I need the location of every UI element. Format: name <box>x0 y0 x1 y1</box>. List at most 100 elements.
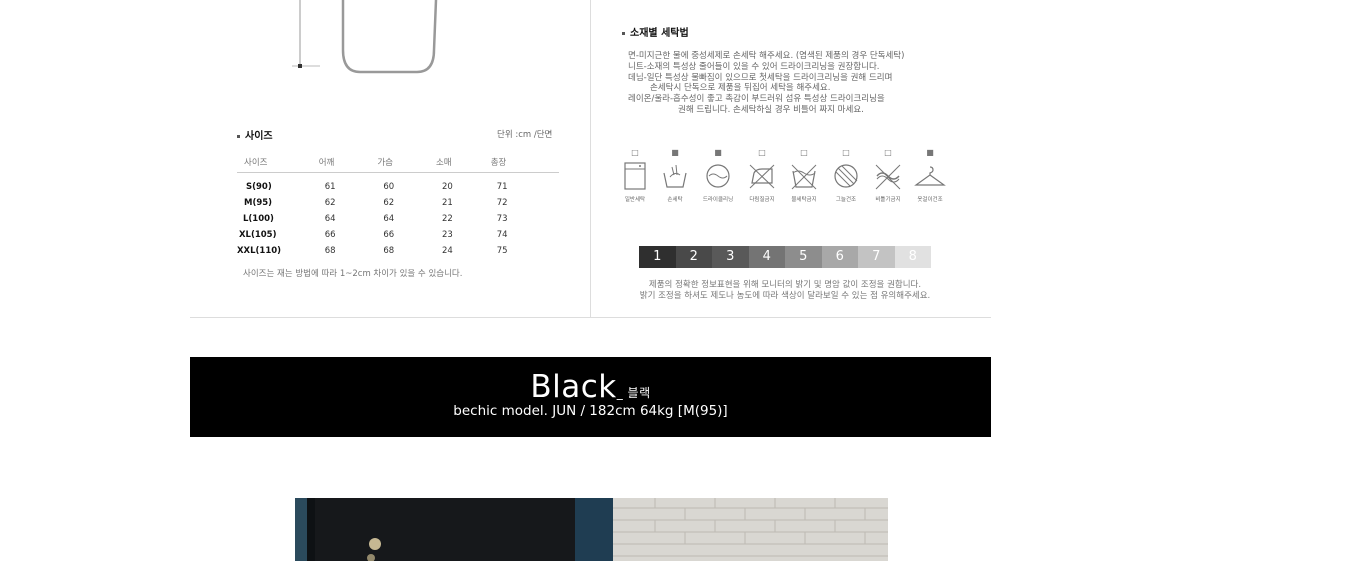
care-item: □ 물세탁금지 <box>784 147 824 203</box>
color-notice: 제품의 정확한 정보표현을 위해 모니터의 밝기 및 명암 값이 조정을 권합니… <box>610 280 960 302</box>
care-mark: ■ <box>671 148 679 157</box>
care-item: ■ 손세탁 <box>655 147 695 203</box>
size-unit: 단위 :cm /단면 <box>497 130 553 140</box>
care-label: 물세탁금지 <box>791 197 817 203</box>
wash-line: 손세탁시 단독으로 제품을 뒤집어 세탁을 해주세요. <box>650 83 831 94</box>
care-label: 비틀기금지 <box>875 197 901 203</box>
shade-swatch: 5 <box>785 246 822 268</box>
banner-color-name: Black <box>530 369 617 405</box>
washing-machine-icon <box>615 161 655 191</box>
hand-wash-icon <box>655 161 695 191</box>
shade-swatch: 3 <box>712 246 749 268</box>
table-row: L(100) 64 64 22 73 <box>237 211 559 227</box>
care-item: □ 그늘건조 <box>826 147 866 203</box>
sleeve-cell: 20 <box>441 182 453 192</box>
care-mark: □ <box>842 148 850 157</box>
product-photo <box>295 498 888 561</box>
size-table: 사이즈 어깨 가슴 소매 총장 S(90) 61 60 20 71 M(95) … <box>237 152 559 259</box>
wash-line: 면-미지근한 물에 중성세제로 손세탁 해주세요. (염색된 제품의 경우 단독… <box>628 51 905 61</box>
section-divider <box>190 317 991 318</box>
size-table-header: 사이즈 어깨 가슴 소매 총장 <box>237 152 559 173</box>
photo-scene <box>295 498 888 561</box>
table-row: XL(105) 66 66 23 74 <box>237 227 559 243</box>
dry-clean-icon <box>698 161 738 191</box>
length-cell: 71 <box>496 182 508 192</box>
wash-line: 데님-일단 특성상 물빠짐이 있으므로 첫세탁을 드라이크리닝을 권해 드리며 <box>628 72 893 83</box>
care-item: □ 일반세탁 <box>615 147 655 203</box>
care-mark: □ <box>758 148 766 157</box>
shoulder-cell: 64 <box>324 214 336 224</box>
length-cell: 73 <box>496 214 508 224</box>
col-chest: 가슴 <box>377 152 436 173</box>
size-note: 사이즈는 재는 방법에 따라 1~2cm 차이가 있을 수 있습니다. <box>243 269 463 279</box>
care-mark: ■ <box>926 148 934 157</box>
care-item: ■ 드라이클리닝 <box>698 147 738 203</box>
care-label: 다림질금지 <box>749 197 775 203</box>
col-length: 총장 <box>490 152 559 173</box>
care-mark: ■ <box>714 148 722 157</box>
chest-cell: 62 <box>383 198 395 208</box>
banner-model-info: bechic model. JUN / 182cm 64kg [M(95)] <box>453 403 728 419</box>
size-section-title: 사이즈 <box>237 127 273 142</box>
sleeve-cell: 21 <box>441 198 453 208</box>
size-cell: XL(105) <box>239 230 277 240</box>
no-water-wash-icon <box>784 161 824 191</box>
wash-line: 니트-소재의 특성상 줄어들이 있을 수 있어 드라이크리닝을 권장합니다. <box>628 61 880 72</box>
shade-swatch: 1 <box>639 246 676 268</box>
shoulder-cell: 68 <box>324 246 336 256</box>
color-shade-scale: 12345678 <box>639 246 931 268</box>
column-divider <box>590 0 591 318</box>
sleeve-cell: 23 <box>441 230 453 240</box>
chest-cell: 68 <box>383 246 395 256</box>
shade-dry-icon <box>826 161 866 191</box>
table-row: M(95) 62 62 21 72 <box>237 195 559 211</box>
care-mark: □ <box>800 148 808 157</box>
size-cell: S(90) <box>246 182 272 192</box>
shade-swatch: 6 <box>821 246 858 268</box>
shade-swatch: 7 <box>858 246 895 268</box>
color-banner: Black_ 블랙 bechic model. JUN / 182cm 64kg… <box>190 357 991 437</box>
wash-section-title: 소재별 세탁법 <box>622 24 689 39</box>
sleeve-cell: 22 <box>441 214 453 224</box>
care-mark: □ <box>884 148 892 157</box>
chest-cell: 64 <box>383 214 395 224</box>
hanger-dry-icon <box>910 161 950 191</box>
shoulder-cell: 61 <box>324 182 336 192</box>
banner-color-name-ko: _ 블랙 <box>616 386 651 400</box>
care-label: 그늘건조 <box>835 197 857 203</box>
banner-title: Black_ 블랙 <box>190 369 991 405</box>
shade-swatch: 8 <box>894 246 931 268</box>
length-cell: 75 <box>496 246 508 256</box>
care-label: 일반세탁 <box>624 197 646 203</box>
care-item: □ 비틀기금지 <box>868 147 908 203</box>
size-cell: M(95) <box>244 198 273 208</box>
chest-cell: 60 <box>383 182 395 192</box>
care-label: 손세탁 <box>667 197 683 203</box>
care-item: ■ 옷걸이건조 <box>910 147 950 203</box>
length-cell: 72 <box>496 198 508 208</box>
sleeve-cell: 24 <box>441 246 453 256</box>
col-shoulder: 어깨 <box>318 152 378 173</box>
table-row: S(90) 61 60 20 71 <box>237 179 559 195</box>
no-iron-icon <box>742 161 782 191</box>
notice-line: 밝기 조정을 하셔도 제도나 농도에 따라 색상이 달라보일 수 있는 점 유의… <box>639 291 931 301</box>
wash-line: 레이온/울라-흡수성이 좋고 촉감이 부드러워 섬유 특성상 드라이크리닝을 <box>628 94 885 105</box>
shoulder-cell: 66 <box>324 230 336 240</box>
garment-sketch <box>292 0 438 74</box>
size-cell: L(100) <box>243 214 274 224</box>
care-item: □ 다림질금지 <box>742 147 782 203</box>
care-label: 드라이클리닝 <box>702 197 734 203</box>
col-size: 사이즈 <box>237 152 319 173</box>
chest-cell: 66 <box>383 230 395 240</box>
table-row: XXL(110) 68 68 24 75 <box>237 243 559 259</box>
length-cell: 74 <box>496 230 508 240</box>
size-cell: XXL(110) <box>237 246 282 256</box>
shoulder-cell: 62 <box>324 198 336 208</box>
care-mark: □ <box>631 148 639 157</box>
col-sleeve: 소매 <box>435 152 491 173</box>
no-wring-icon <box>868 161 908 191</box>
wash-line: 권해 드립니다. 손세탁하실 경우 비틀어 짜지 마세요. <box>678 104 864 115</box>
wash-instructions: 면-미지근한 물에 중성세제로 손세탁 해주세요. (염색된 제품의 경우 단독… <box>622 51 952 116</box>
shade-swatch: 4 <box>748 246 785 268</box>
care-label: 옷걸이건조 <box>917 197 943 203</box>
